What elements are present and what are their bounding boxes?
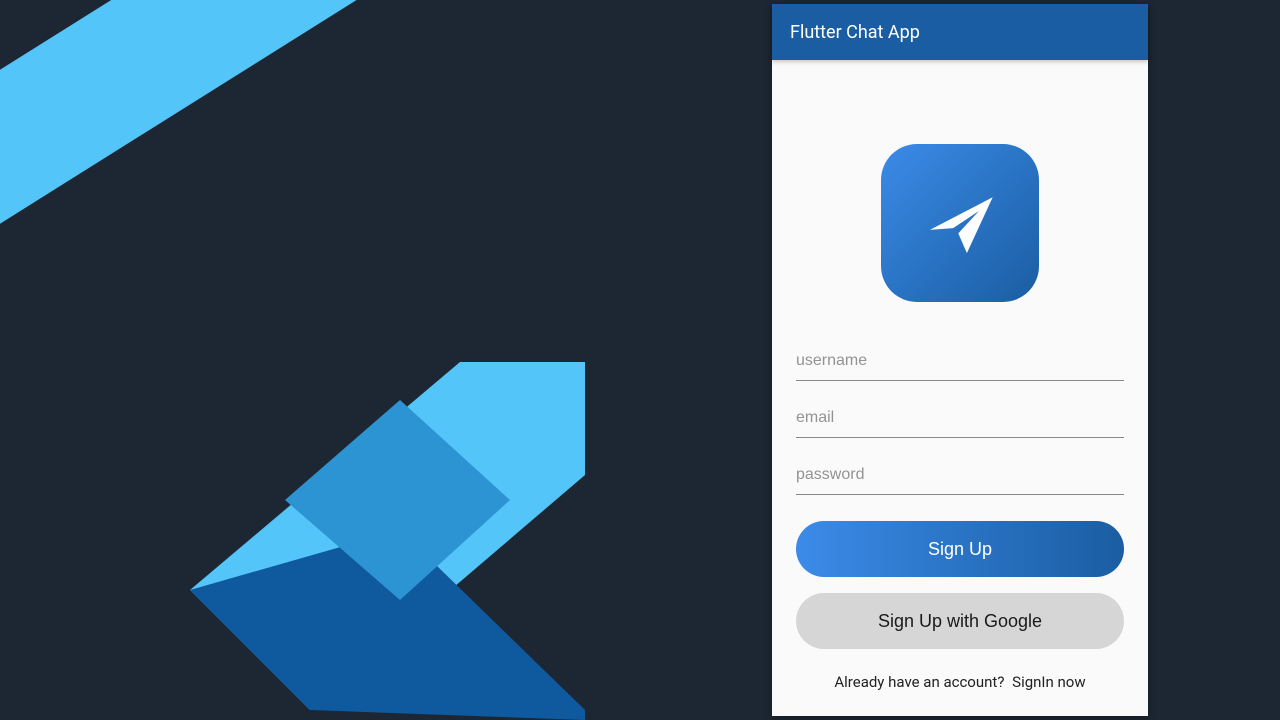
signup-button[interactable]: Sign Up	[796, 521, 1124, 577]
signin-prompt-row: Already have an account? SignIn now	[796, 673, 1124, 691]
username-input[interactable]	[796, 342, 1124, 381]
signup-screen: Sign Up Sign Up with Google Already have…	[772, 60, 1148, 716]
signin-link[interactable]: SignIn now	[1008, 673, 1085, 691]
paper-plane-icon	[917, 180, 1003, 266]
logo-container	[796, 144, 1124, 302]
mobile-app-frame: Flutter Chat App Sign Up Sign Up with Go…	[772, 4, 1148, 716]
flutter-logo-background	[0, 0, 770, 720]
app-logo-icon	[881, 144, 1039, 302]
app-title: Flutter Chat App	[790, 22, 920, 43]
app-bar: Flutter Chat App	[772, 4, 1148, 60]
google-signup-button[interactable]: Sign Up with Google	[796, 593, 1124, 649]
password-input[interactable]	[796, 456, 1124, 495]
signin-prompt-text: Already have an account?	[834, 673, 1004, 691]
email-input[interactable]	[796, 399, 1124, 438]
